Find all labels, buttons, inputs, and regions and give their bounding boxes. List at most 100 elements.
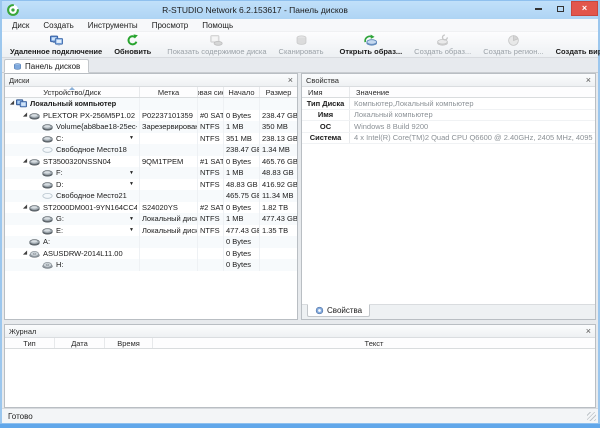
toolbar-button-open-image[interactable]: Открыть образ... — [334, 32, 409, 57]
disk-row[interactable]: ◢Локальный компьютер — [5, 98, 297, 110]
properties-column-header-1[interactable]: Значение — [350, 87, 595, 97]
close-button[interactable]: × — [571, 1, 598, 16]
disk-row[interactable]: ◢ST3500320NSSN049QM1TPEM#1 SAT...0 Bytes… — [5, 156, 297, 168]
log-panel-close-icon[interactable]: × — [586, 327, 591, 336]
device-cell: ◢Локальный компьютер — [5, 98, 140, 110]
disk-row[interactable]: H:0 Bytes — [5, 259, 297, 271]
app-window: R-STUDIO Network 6.2.153617 - Панель дис… — [0, 0, 600, 428]
expand-arrow-icon[interactable]: ◢ — [21, 202, 29, 213]
scan-disk-icon — [295, 33, 308, 47]
label-cell — [140, 133, 198, 145]
disks-panel-close-icon[interactable]: × — [288, 76, 293, 85]
device-cell: E:▼ — [5, 225, 140, 237]
volume-actions-dropdown-icon[interactable]: ▼ — [129, 181, 137, 187]
disk-row[interactable]: A: 0 Bytes — [5, 236, 297, 248]
column-header-label: Имя — [308, 88, 323, 97]
menu-item-2[interactable]: Инструменты — [81, 21, 145, 30]
label-cell — [140, 259, 198, 271]
hard-disk-icon — [29, 110, 41, 121]
property-row[interactable]: ОСWindows 8 Build 9200 — [302, 121, 595, 133]
start-cell: 0 Bytes — [224, 236, 260, 248]
size-cell: 48.83 GB — [260, 167, 297, 179]
menu-item-1[interactable]: Создать — [36, 21, 80, 30]
disk-row[interactable]: ◢ASUSDRW-2014L11.000 Bytes — [5, 248, 297, 260]
toolbar-button-show-disk-content[interactable]: Показать содержимое диска — [161, 32, 272, 57]
maximize-button[interactable] — [549, 1, 571, 16]
toolbar-button-label: Обновить — [114, 47, 151, 57]
toolbar-button-scan-disk[interactable]: Сканировать — [273, 32, 330, 57]
menu-item-3[interactable]: Просмотр — [145, 21, 196, 30]
volume-actions-dropdown-icon[interactable]: ▼ — [129, 216, 137, 222]
column-header-2[interactable]: овая сис — [198, 87, 224, 97]
properties-column-header-0[interactable]: Имя — [302, 87, 350, 97]
log-column-header-1[interactable]: Дата — [55, 338, 105, 348]
size-cell — [260, 98, 297, 110]
property-value: Локальный компьютер — [350, 110, 595, 121]
expand-arrow-icon[interactable]: ◢ — [21, 110, 29, 121]
device-cell: Volume{ab8bae18-25ec-1... — [5, 121, 140, 133]
toolbar-button-create-region[interactable]: Создать регион... — [477, 32, 549, 57]
log-column-header-3[interactable]: Текст — [153, 338, 595, 348]
device-cell: D:▼ — [5, 179, 140, 191]
property-row[interactable]: Тип ДискаКомпьютер,Локальный компьютер — [302, 98, 595, 110]
hard-disk-icon — [42, 213, 54, 224]
resize-grip[interactable] — [587, 412, 596, 421]
device-name: Свободное Место18 — [56, 145, 127, 154]
log-panel: Журнал × ТипДатаВремяТекст — [4, 324, 596, 408]
minimize-button[interactable] — [527, 1, 549, 16]
fs-cell: NTFS — [198, 179, 224, 191]
disk-row[interactable]: ◢PLEXTOR PX-256M5P1.02P02237101359#0 SAT… — [5, 110, 297, 122]
disk-row[interactable]: Свободное Место21465.75 GB11.34 MB — [5, 190, 297, 202]
log-column-header-2[interactable]: Время — [105, 338, 153, 348]
volume-actions-dropdown-icon[interactable]: ▼ — [129, 170, 137, 176]
tab-properties[interactable]: Свойства — [307, 304, 370, 317]
optical-drive-icon — [29, 248, 41, 259]
fs-cell: #0 SAT... — [198, 110, 224, 122]
properties-panel-close-icon[interactable]: × — [586, 76, 591, 85]
fs-cell — [198, 98, 224, 110]
column-header-0[interactable]: Устройство/Диск — [5, 87, 140, 97]
size-cell: 11.34 MB — [260, 190, 297, 202]
disk-row[interactable]: G:▼Локальный дискNTFS1 MB477.43 GB — [5, 213, 297, 225]
column-header-1[interactable]: Метка — [140, 87, 198, 97]
fs-cell: NTFS — [198, 133, 224, 145]
fs-cell — [198, 236, 224, 248]
size-cell: 1.82 TB — [260, 202, 297, 214]
disk-row[interactable]: ◢ST2000DM001-9YN164CC46S24020YS#2 SAT...… — [5, 202, 297, 214]
device-cell: A: — [5, 236, 140, 248]
hard-disk-icon — [42, 179, 54, 190]
toolbar-button-create-virtual-raid[interactable]: Создать виртуальный RAID▼ — [550, 32, 600, 57]
column-header-4[interactable]: Размер — [260, 87, 297, 97]
menu-item-4[interactable]: Помощь — [195, 21, 240, 30]
tab-disk-panel[interactable]: Панель дисков — [4, 59, 89, 73]
disk-row[interactable]: C:▼NTFS351 MB238.13 GB — [5, 133, 297, 145]
toolbar-button-create-image[interactable]: Создать образ... — [408, 32, 477, 57]
device-name: Свободное Место21 — [56, 191, 127, 200]
property-row[interactable]: Система4 x Intel(R) Core(TM)2 Quad CPU Q… — [302, 133, 595, 145]
disk-row[interactable]: E:▼Локальный дискNTFS477.43 GB1.35 TB — [5, 225, 297, 237]
start-cell: 351 MB — [224, 133, 260, 145]
expand-arrow-icon[interactable]: ◢ — [21, 248, 29, 259]
column-header-label: Дата — [71, 339, 88, 348]
disk-row[interactable]: Свободное Место18238.47 GB1.34 MB — [5, 144, 297, 156]
disk-row[interactable]: F:▼NTFS1 MB48.83 GB — [5, 167, 297, 179]
expand-arrow-icon[interactable]: ◢ — [8, 98, 16, 109]
log-column-header-0[interactable]: Тип — [5, 338, 55, 348]
property-row[interactable]: ИмяЛокальный компьютер — [302, 110, 595, 122]
volume-actions-dropdown-icon[interactable]: ▼ — [129, 135, 137, 141]
properties-panel-header: Свойства × — [302, 74, 595, 87]
menu-item-0[interactable]: Диск — [5, 21, 36, 30]
toolbar-button-remote-connection[interactable]: Удаленное подключение — [4, 32, 108, 57]
disks-panel-title: Диски — [9, 76, 30, 85]
label-cell: S24020YS — [140, 202, 198, 214]
expand-arrow-icon[interactable]: ◢ — [21, 156, 29, 167]
volume-actions-dropdown-icon[interactable]: ▼ — [129, 227, 137, 233]
disk-row[interactable]: Volume{ab8bae18-25ec-1...Зарезервирован.… — [5, 121, 297, 133]
property-name: Тип Диска — [302, 98, 350, 109]
properties-icon — [315, 306, 324, 315]
disk-row[interactable]: D:▼NTFS48.83 GB416.92 GB — [5, 179, 297, 191]
size-cell: 350 MB — [260, 121, 297, 133]
toolbar-button-refresh[interactable]: Обновить — [108, 32, 157, 57]
device-name: A: — [43, 237, 50, 246]
column-header-3[interactable]: Начало — [224, 87, 260, 97]
